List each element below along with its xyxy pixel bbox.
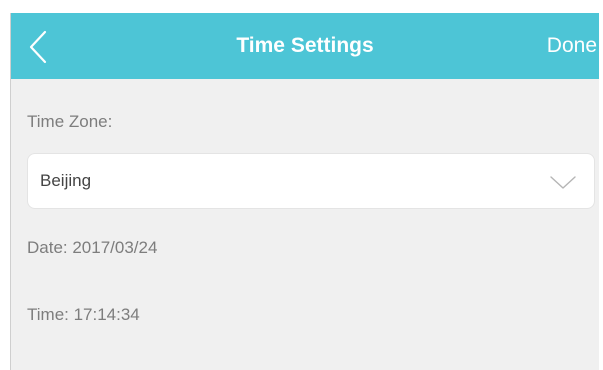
time-zone-select[interactable]: Beijing bbox=[27, 153, 595, 209]
nav-bar: Time Settings Done bbox=[11, 13, 599, 79]
chevron-down-icon bbox=[550, 176, 576, 189]
time-settings-screen: Time Settings Done Time Zone: Beijing Da… bbox=[10, 13, 599, 370]
time-zone-value: Beijing bbox=[40, 171, 92, 190]
page-title: Time Settings bbox=[236, 34, 374, 57]
date-display: Date: 2017/03/24 bbox=[27, 238, 158, 257]
time-zone-label: Time Zone: bbox=[27, 112, 113, 131]
time-display: Time: 17:14:34 bbox=[27, 305, 140, 324]
done-button[interactable]: Done bbox=[547, 32, 597, 60]
